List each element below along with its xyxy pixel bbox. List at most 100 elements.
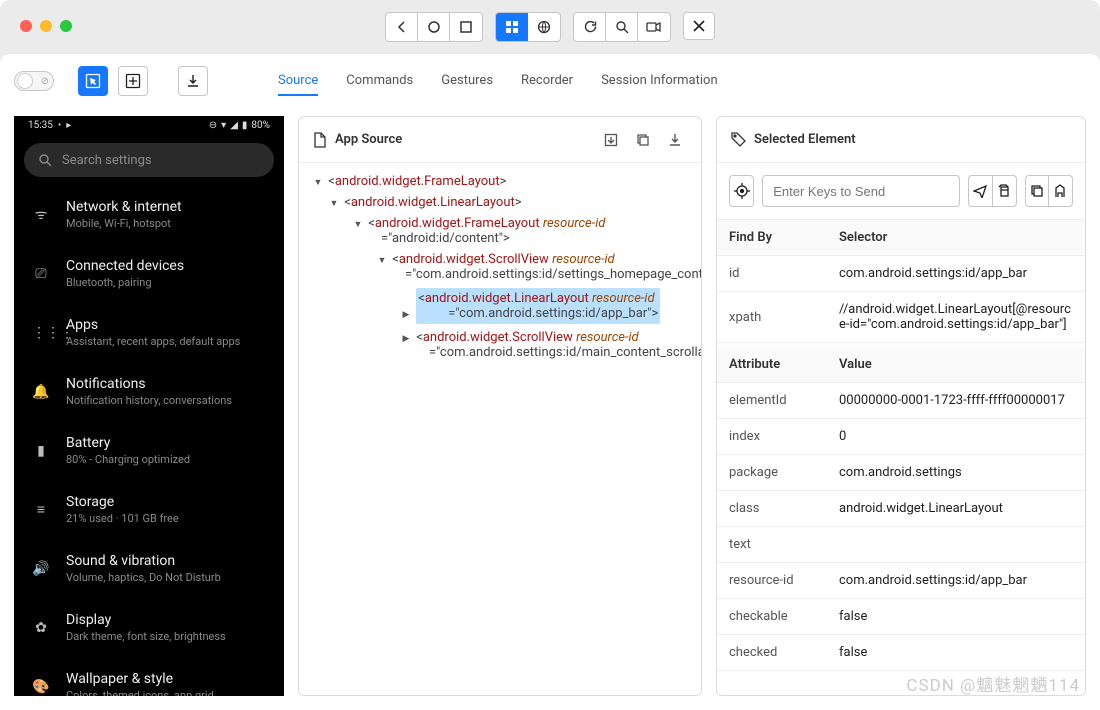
tab-commands[interactable]: Commands xyxy=(346,67,413,96)
device-settings-item[interactable]: ✿DisplayDark theme, font size, brightnes… xyxy=(14,598,284,657)
circle-button[interactable] xyxy=(418,13,450,41)
table-row[interactable]: packagecom.android.settings xyxy=(717,455,1085,491)
table-row[interactable]: text xyxy=(717,527,1085,563)
source-tree[interactable]: ▼ <android.widget.FrameLayout> ▼ <androi… xyxy=(299,163,701,695)
tab-recorder[interactable]: Recorder xyxy=(521,67,573,96)
toolbar-view-group xyxy=(495,12,561,42)
table-row[interactable]: elementId00000000-0001-1723-ffff-ffff000… xyxy=(717,383,1085,419)
device-screenshot[interactable]: 15:35 • ▸ ⊖ ▾ ◢ ▮ 80% Search settings xyxy=(14,116,284,696)
selected-element-title: Selected Element xyxy=(754,132,856,147)
toggle-icon[interactable]: ▼ xyxy=(351,219,365,230)
device-item-title: Network & internet xyxy=(66,199,182,215)
status-signal-icon: ◢ xyxy=(230,120,238,131)
battery-icon: ▮ xyxy=(32,443,50,459)
copy-element-button[interactable] xyxy=(1026,176,1049,206)
globe-button[interactable] xyxy=(528,13,560,41)
app-source-panel: App Source ▼ <android.widget.FrameLayout… xyxy=(298,116,702,696)
send-keys-button[interactable] xyxy=(969,176,992,206)
findby-header-key: Find By xyxy=(717,220,827,256)
table-row[interactable]: checkedfalse xyxy=(717,635,1085,671)
tree-node[interactable]: ▼ <android.widget.FrameLayout resource-i… xyxy=(303,213,689,249)
get-timing-button[interactable] xyxy=(1049,176,1072,206)
table-row[interactable]: classandroid.widget.LinearLayout xyxy=(717,491,1085,527)
findby-key: xpath xyxy=(717,292,827,343)
wifi-icon: ᯤ xyxy=(32,205,50,224)
table-row[interactable]: xpath//android.widget.LinearLayout[@reso… xyxy=(717,292,1085,343)
tree-node[interactable]: ▼ <android.widget.FrameLayout> xyxy=(303,171,689,192)
expand-source-button[interactable] xyxy=(599,128,623,152)
copy-source-button[interactable] xyxy=(631,128,655,152)
status-battery-pct: 80% xyxy=(251,120,270,131)
status-play-icon: ▸ xyxy=(66,120,71,131)
toggle-icon[interactable]: ▶ xyxy=(399,334,413,344)
toolbar-util-group xyxy=(573,12,671,42)
device-settings-item[interactable]: ▮Battery80% - Charging optimized xyxy=(14,421,284,480)
record-button[interactable] xyxy=(638,13,670,41)
device-item-title: Sound & vibration xyxy=(66,553,221,569)
table-row[interactable]: index0 xyxy=(717,419,1085,455)
device-item-subtitle: Assistant, recent apps, default apps xyxy=(66,335,240,348)
attr-key: checkable xyxy=(717,599,827,635)
close-session-button[interactable] xyxy=(683,12,715,40)
device-settings-item[interactable]: ᯤ Network & internet Mobile, Wi-Fi, hotspo… xyxy=(14,185,284,244)
attr-key: checked xyxy=(717,635,827,671)
bell-icon: 🔔 xyxy=(32,384,50,400)
status-dot-icon: • xyxy=(58,120,61,131)
send-keys-input[interactable] xyxy=(762,175,960,207)
device-settings-item[interactable]: ⎚Connected devicesBluetooth, pairing xyxy=(14,244,284,303)
attr-key: index xyxy=(717,419,827,455)
top-toolbar xyxy=(0,12,1100,42)
clear-keys-button[interactable] xyxy=(993,176,1016,206)
app-source-title: App Source xyxy=(335,132,402,147)
status-dnd-icon: ⊖ xyxy=(209,120,217,131)
mode-switch[interactable]: ⊘ xyxy=(14,71,54,91)
apps-icon: ⋮⋮⋮ xyxy=(32,325,50,341)
square-button[interactable] xyxy=(450,13,482,41)
select-element-button[interactable] xyxy=(78,66,108,96)
device-search-bar[interactable]: Search settings xyxy=(24,143,274,177)
tree-node[interactable]: ▶ <android.widget.ScrollView resource-id… xyxy=(303,327,689,363)
search-icon xyxy=(38,153,52,167)
tab-gestures[interactable]: Gestures xyxy=(441,67,493,96)
status-time: 15:35 xyxy=(28,120,53,131)
tree-node[interactable]: ▼ <android.widget.LinearLayout> xyxy=(303,192,689,213)
findby-val: com.android.settings:id/app_bar xyxy=(827,256,1085,292)
toggle-icon[interactable]: ▼ xyxy=(311,177,325,188)
tap-element-button[interactable] xyxy=(729,175,754,207)
download-source-button[interactable] xyxy=(663,128,687,152)
device-item-subtitle: Notification history, conversations xyxy=(66,394,232,407)
attr-val: false xyxy=(827,635,1085,671)
toggle-icon[interactable]: ▶ xyxy=(399,310,413,320)
tap-by-coords-button[interactable] xyxy=(118,66,148,96)
table-row[interactable]: idcom.android.settings:id/app_bar xyxy=(717,256,1085,292)
attr-val: false xyxy=(827,599,1085,635)
device-item-subtitle: Mobile, Wi-Fi, hotspot xyxy=(66,217,182,230)
device-item-title: Notifications xyxy=(66,376,232,392)
attr-val: 0 xyxy=(827,419,1085,455)
findby-table: Find BySelector idcom.android.settings:i… xyxy=(717,220,1085,343)
toggle-icon[interactable]: ▼ xyxy=(327,198,341,209)
table-row[interactable]: resource-idcom.android.settings:id/app_b… xyxy=(717,563,1085,599)
devices-icon: ⎚ xyxy=(32,266,50,282)
tree-node-selected[interactable]: <android.widget.LinearLayout resource-id… xyxy=(416,288,660,324)
device-item-subtitle: 21% used · 101 GB free xyxy=(66,512,179,525)
attr-key: text xyxy=(717,527,827,563)
file-icon xyxy=(313,132,327,148)
device-settings-item[interactable]: 🎨Wallpaper & styleColors, themed icons, … xyxy=(14,657,284,696)
search-button[interactable] xyxy=(606,13,638,41)
tree-node[interactable]: ▼ <android.widget.ScrollView resource-id… xyxy=(303,249,689,285)
device-settings-item[interactable]: ≡Storage21% used · 101 GB free xyxy=(14,480,284,539)
table-row[interactable]: checkablefalse xyxy=(717,599,1085,635)
tab-session-info[interactable]: Session Information xyxy=(601,67,718,96)
refresh-button[interactable] xyxy=(574,13,606,41)
device-settings-item[interactable]: 🔔 Notifications Notification history, conv… xyxy=(14,362,284,421)
device-item-title: Battery xyxy=(66,435,190,451)
device-settings-item[interactable]: ⋮⋮⋮AppsAssistant, recent apps, default a… xyxy=(14,303,284,362)
device-item-title: Display xyxy=(66,612,226,628)
tab-source[interactable]: Source xyxy=(278,67,318,96)
download-screenshot-button[interactable] xyxy=(178,66,208,96)
back-button[interactable] xyxy=(386,13,418,41)
device-settings-item[interactable]: 🔊Sound & vibrationVolume, haptics, Do No… xyxy=(14,539,284,598)
toggle-icon[interactable]: ▼ xyxy=(375,255,389,266)
grid-view-button[interactable] xyxy=(496,13,528,41)
